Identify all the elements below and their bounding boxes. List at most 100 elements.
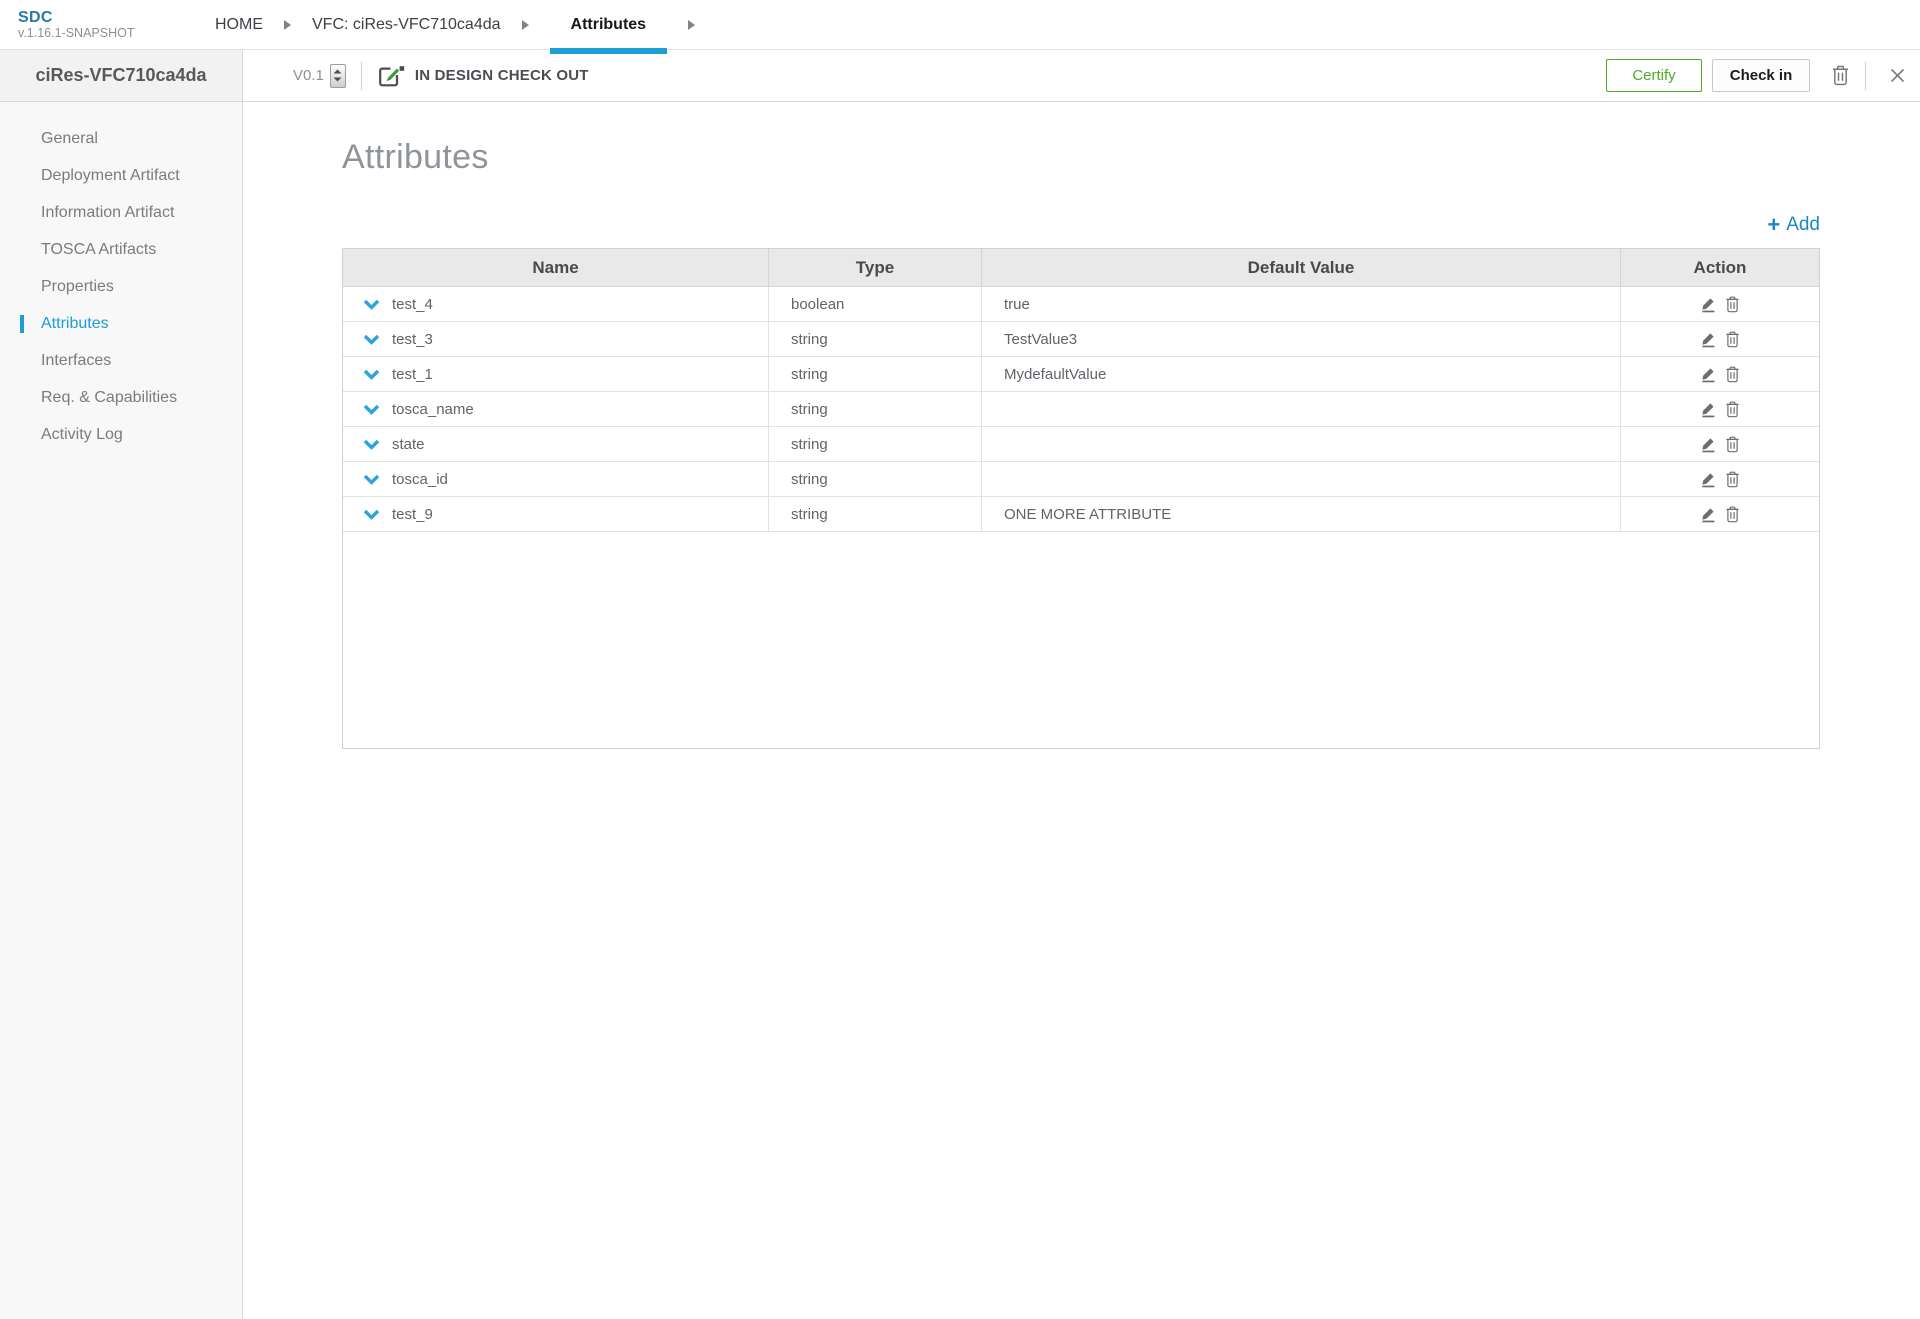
chevron-down-icon — [363, 474, 380, 485]
sidebar-item-activity-log[interactable]: Activity Log — [0, 416, 242, 453]
breadcrumb-arrow-icon — [284, 20, 291, 30]
version-selector[interactable]: V0.1 — [293, 63, 346, 88]
sidebar-item-deployment-artifact[interactable]: Deployment Artifact — [0, 157, 242, 194]
edit-pencil-icon — [1702, 298, 1715, 313]
workspace-actions: Certify Check in — [1606, 59, 1906, 92]
default-value-cell — [982, 427, 1621, 461]
default-value-cell — [982, 392, 1621, 426]
breadcrumb-item-home[interactable]: HOME — [215, 0, 263, 50]
sidebar: General Deployment Artifact Information Ar… — [0, 102, 243, 1319]
trash-icon — [1726, 296, 1739, 312]
delete-attribute-button[interactable] — [1725, 366, 1740, 383]
chevron-down-icon — [363, 439, 380, 450]
expand-row-button[interactable] — [363, 474, 380, 485]
name-cell: state — [343, 427, 769, 461]
expand-row-button[interactable] — [363, 509, 380, 520]
attribute-name: test_9 — [392, 505, 433, 523]
sdc-logo: SDC v.1.16.1-SNAPSHOT — [18, 9, 134, 40]
breadcrumb: HOME VFC: ciRes-VFC710ca4da Attributes — [215, 0, 716, 54]
table-row: tosca_id string — [343, 462, 1819, 497]
sidebar-item-interfaces[interactable]: Interfaces — [0, 342, 242, 379]
delete-version-button[interactable] — [1831, 65, 1850, 86]
delete-attribute-button[interactable] — [1725, 331, 1740, 348]
expand-row-button[interactable] — [363, 369, 380, 380]
expand-row-button[interactable] — [363, 404, 380, 415]
delete-attribute-button[interactable] — [1725, 506, 1740, 523]
name-cell: test_3 — [343, 322, 769, 356]
attribute-name: test_3 — [392, 330, 433, 348]
attributes-table: Name Type Default Value Action test_4 boolea… — [342, 248, 1820, 749]
table-row: state string — [343, 427, 1819, 462]
expand-row-button[interactable] — [363, 299, 380, 310]
edit-pencil-icon — [1702, 403, 1715, 418]
trash-icon — [1726, 366, 1739, 382]
breadcrumb-item-vfc-cires-vfc710ca4da[interactable]: VFC: ciRes-VFC710ca4da — [312, 0, 501, 50]
trash-icon — [1726, 401, 1739, 417]
sidebar-item-information-artifact[interactable]: Information Artifact — [0, 194, 242, 231]
edit-pencil-icon — [1702, 368, 1715, 383]
type-cell: string — [769, 427, 982, 461]
table-header-row: Name Type Default Value Action — [343, 249, 1819, 287]
trash-icon — [1726, 436, 1739, 452]
edit-attribute-button[interactable] — [1700, 295, 1717, 313]
expand-row-button[interactable] — [363, 439, 380, 450]
delete-attribute-button[interactable] — [1725, 296, 1740, 313]
chevron-down-icon — [363, 404, 380, 415]
plus-icon: + — [1767, 212, 1781, 237]
delete-attribute-button[interactable] — [1725, 436, 1740, 453]
table-body: test_4 boolean true test_3 string TestValue3… — [343, 287, 1819, 532]
app-build-version: v.1.16.1-SNAPSHOT — [18, 25, 135, 40]
sidebar-item-attributes[interactable]: Attributes — [0, 305, 242, 342]
version-dropdown-icon[interactable] — [329, 63, 346, 88]
type-cell: string — [769, 462, 982, 496]
action-cell — [1621, 392, 1819, 426]
breadcrumb-item-attributes[interactable]: Attributes — [549, 0, 668, 54]
sidebar-item-req-capabilities[interactable]: Req. & Capabilities — [0, 379, 242, 416]
sidebar-item-properties[interactable]: Properties — [0, 268, 242, 305]
name-cell: test_9 — [343, 497, 769, 531]
close-icon — [1890, 68, 1905, 83]
chevron-down-icon — [363, 299, 380, 310]
trash-icon — [1832, 65, 1849, 86]
chevron-down-icon — [363, 509, 380, 520]
delete-attribute-button[interactable] — [1725, 401, 1740, 418]
edit-attribute-button[interactable] — [1700, 400, 1717, 418]
type-cell: string — [769, 497, 982, 531]
type-cell: string — [769, 392, 982, 426]
default-value-cell: TestValue3 — [982, 322, 1621, 356]
expand-row-button[interactable] — [363, 334, 380, 345]
action-cell — [1621, 462, 1819, 496]
name-cell: tosca_name — [343, 392, 769, 426]
app-name: SDC — [18, 9, 53, 26]
delete-attribute-button[interactable] — [1725, 471, 1740, 488]
check-in-button[interactable]: Check in — [1712, 59, 1810, 92]
trash-icon — [1726, 471, 1739, 487]
certify-button[interactable]: Certify — [1606, 59, 1702, 92]
action-cell — [1621, 357, 1819, 391]
action-cell — [1621, 322, 1819, 356]
edit-attribute-button[interactable] — [1700, 365, 1717, 383]
name-cell: tosca_id — [343, 462, 769, 496]
action-cell — [1621, 497, 1819, 531]
edit-attribute-button[interactable] — [1700, 470, 1717, 488]
attribute-name: test_4 — [392, 295, 433, 313]
add-label: Add — [1786, 214, 1820, 235]
add-attribute-button[interactable]: + Add — [1767, 210, 1820, 240]
close-button[interactable] — [1889, 67, 1906, 84]
sidebar-item-tosca-artifacts[interactable]: TOSCA Artifacts — [0, 231, 242, 268]
sidebar-item-general[interactable]: General — [0, 120, 242, 157]
column-header-action: Action — [1693, 258, 1747, 277]
attribute-name: tosca_name — [392, 400, 474, 418]
edit-attribute-button[interactable] — [1700, 435, 1717, 453]
action-cell — [1621, 427, 1819, 461]
workspace-header: ciRes-VFC710ca4da V0.1 IN DESIGN CHECK O… — [0, 50, 1920, 102]
edit-pencil-icon — [1702, 508, 1715, 523]
default-value-cell: ONE MORE ATTRIBUTE — [982, 497, 1621, 531]
edit-attribute-button[interactable] — [1700, 330, 1717, 348]
entity-name: ciRes-VFC710ca4da — [0, 50, 243, 102]
trash-icon — [1726, 506, 1739, 522]
edit-pencil-icon — [1702, 473, 1715, 488]
page-title: Attributes — [342, 138, 489, 176]
edit-attribute-button[interactable] — [1700, 505, 1717, 523]
name-cell: test_1 — [343, 357, 769, 391]
